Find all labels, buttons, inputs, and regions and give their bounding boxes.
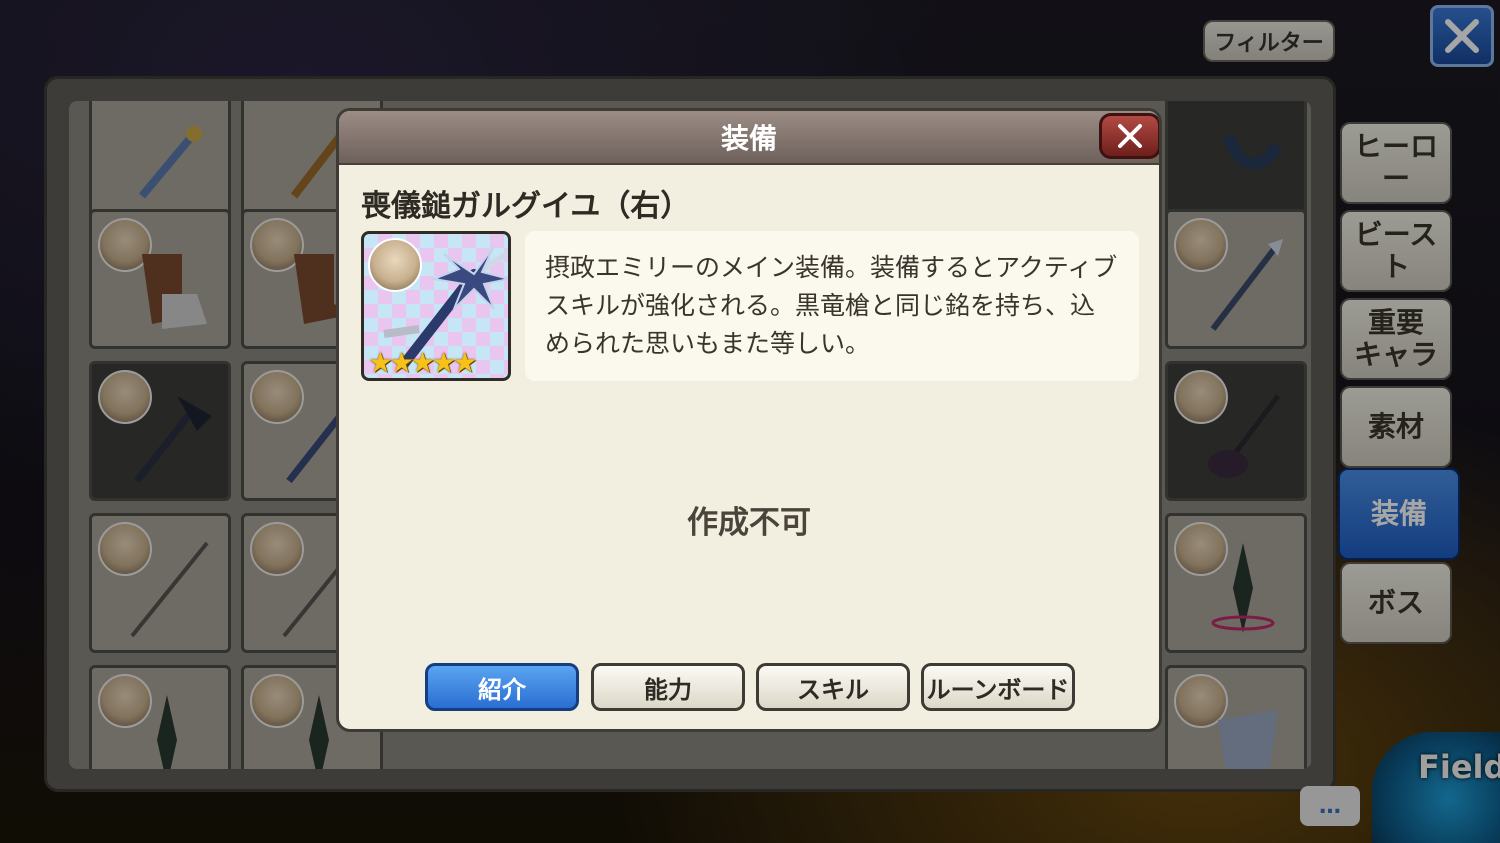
close-icon: [1118, 124, 1142, 148]
character-portrait-icon: [368, 238, 422, 292]
craft-status: 作成不可: [687, 505, 811, 541]
equipment-detail-dialog: 装備 喪儀鎚ガルグイユ（右） ★★★★★ 摂政エミリーのメイン装備。装備するとア…: [336, 108, 1162, 732]
rarity-stars: ★★★★★: [368, 346, 477, 379]
intro-button[interactable]: 紹介: [425, 663, 579, 711]
item-name: 喪儀鎚ガルグイユ（右）: [361, 189, 691, 224]
skill-button[interactable]: スキル: [756, 663, 910, 711]
item-thumbnail: ★★★★★: [361, 231, 511, 381]
dialog-close-button[interactable]: [1099, 113, 1159, 159]
rune-board-button[interactable]: ルーンボード: [921, 663, 1075, 711]
stats-button[interactable]: 能力: [591, 663, 745, 711]
item-description: 摂政エミリーのメイン装備。装備するとアクティブスキルが強化される。黒竜槍と同じ銘…: [525, 231, 1139, 381]
dialog-title: 装備: [339, 111, 1159, 165]
